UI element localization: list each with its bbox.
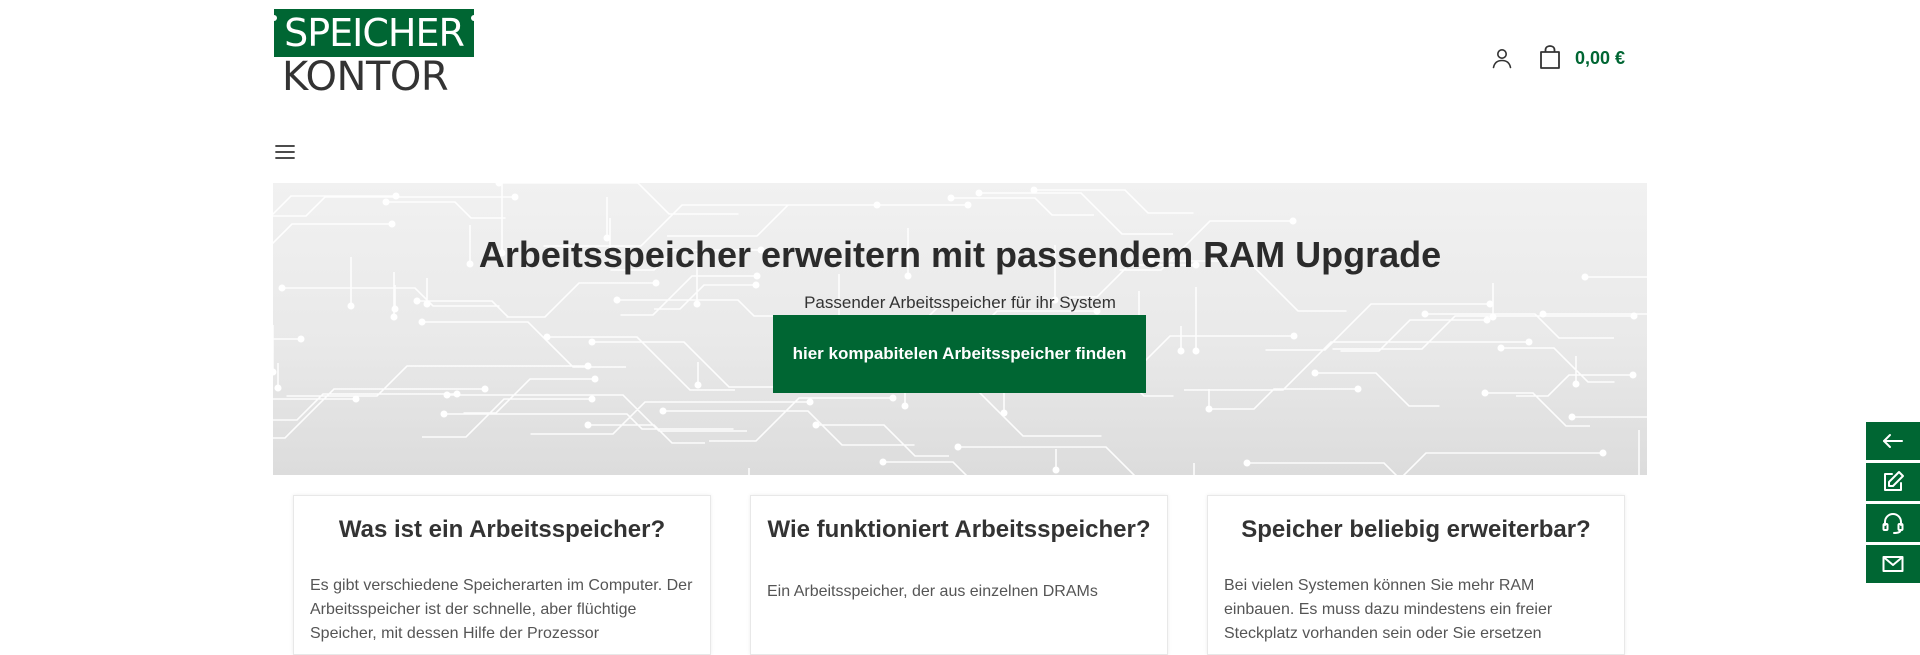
headset-icon	[1882, 513, 1904, 534]
hamburger-menu-icon[interactable]	[274, 141, 296, 163]
mail-icon	[1882, 556, 1904, 572]
info-card: Was ist ein Arbeitsspeicher? Es gibt ver…	[293, 495, 711, 655]
back-button[interactable]	[1866, 422, 1920, 460]
logo-line-2: KONTOR	[282, 54, 449, 100]
card-title: Wie funktioniert Arbeitsspeicher?	[767, 516, 1151, 543]
logo-line-1: SPEICHER	[271, 9, 477, 57]
user-icon[interactable]	[1490, 46, 1514, 70]
hero-subtitle: Passender Arbeitsspeicher für ihr System	[804, 293, 1116, 312]
side-action-bar	[1866, 422, 1920, 586]
hero-banner: Arbeitsspeicher erweitern mit passendem …	[273, 183, 1647, 475]
info-card: Speicher beliebig erweiterbar? Bei viele…	[1207, 495, 1625, 655]
find-memory-button[interactable]: hier kompabitelen Arbeitsspeicher finden	[773, 315, 1146, 393]
info-card: Wie funktioniert Arbeitsspeicher? Ein Ar…	[750, 495, 1168, 655]
card-text: Bei vielen Systemen können Sie mehr RAM …	[1224, 577, 1553, 642]
feedback-button[interactable]	[1866, 463, 1920, 501]
arrow-left-icon	[1883, 434, 1903, 448]
shopping-bag-icon[interactable]	[1537, 44, 1563, 70]
edit-note-icon	[1884, 471, 1904, 491]
logo[interactable]: SPEICHER KONTOR	[271, 9, 477, 99]
card-title: Speicher beliebig erweiterbar?	[1241, 516, 1591, 543]
contact-mail-button[interactable]	[1866, 545, 1920, 583]
card-text: Es gibt verschiedene Speicherarten im Co…	[310, 577, 693, 642]
support-button[interactable]	[1866, 504, 1920, 542]
card-title: Was ist ein Arbeitsspeicher?	[338, 516, 666, 543]
card-text: Ein Arbeitsspeicher, der aus einzelnen D…	[767, 583, 1098, 600]
hero-title: Arbeitsspeicher erweitern mit passendem …	[478, 234, 1442, 275]
cart-total[interactable]: 0,00 €	[1575, 46, 1625, 70]
